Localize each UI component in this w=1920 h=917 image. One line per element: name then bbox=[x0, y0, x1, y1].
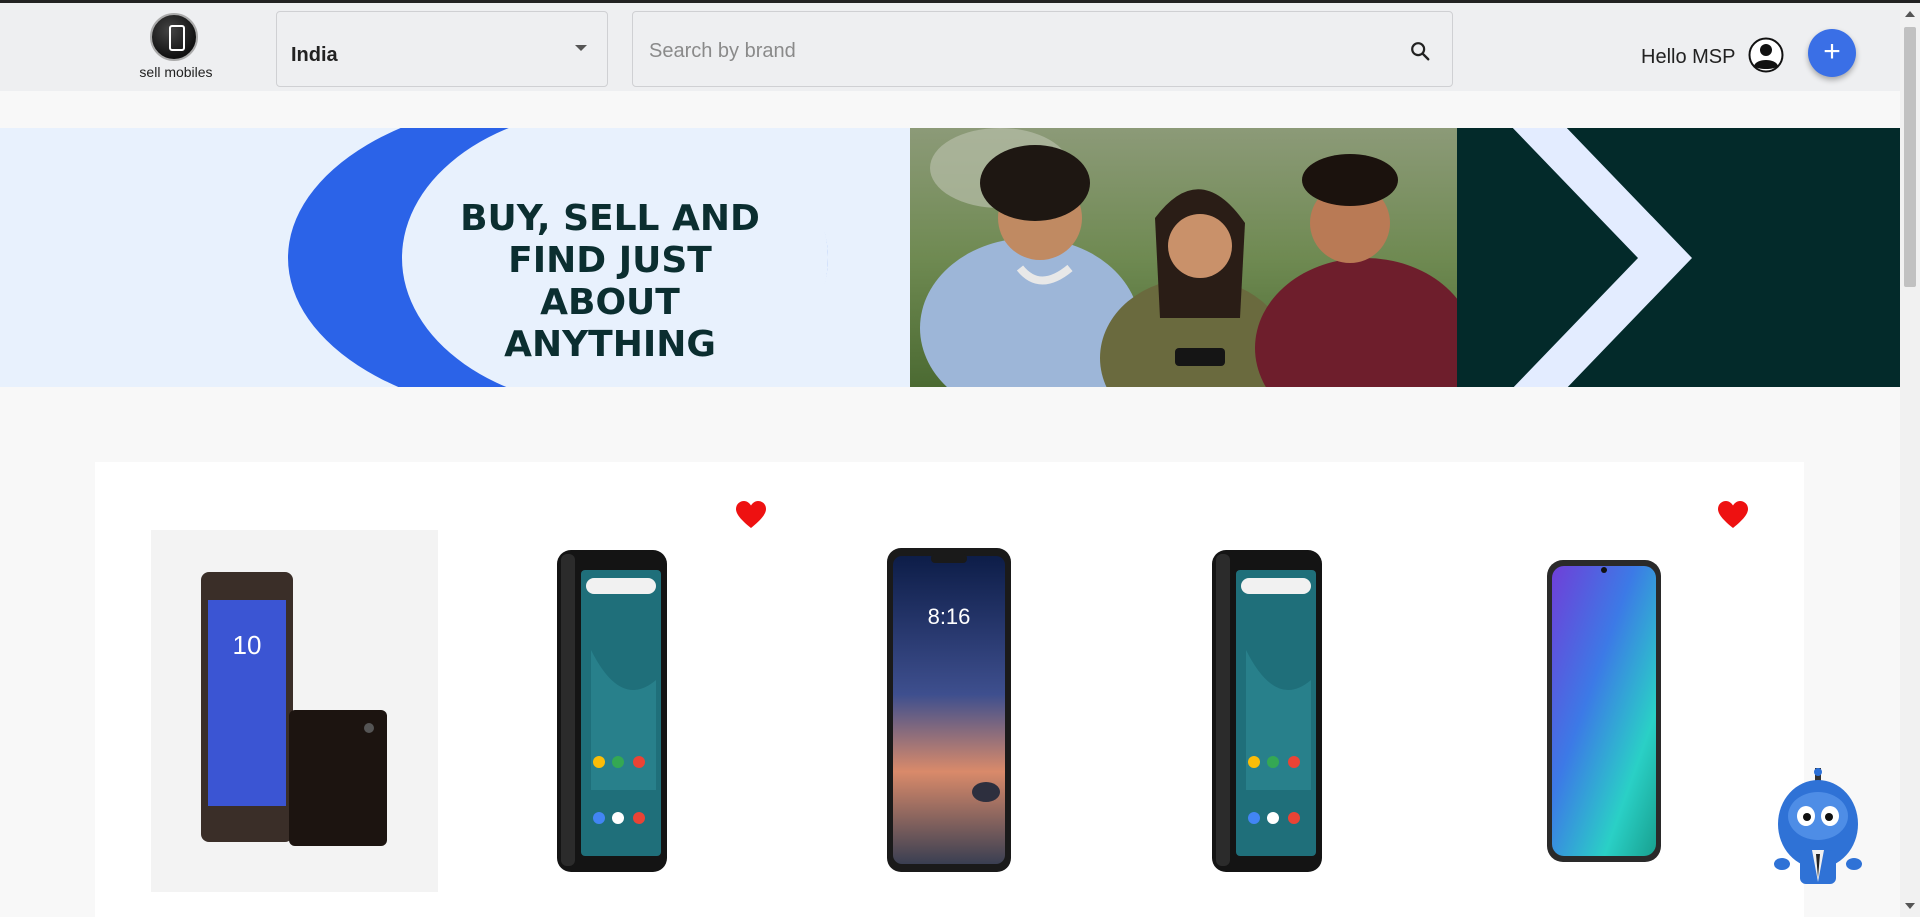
search-box bbox=[632, 11, 1453, 87]
user-icon[interactable] bbox=[1748, 37, 1784, 73]
chat-bot-icon[interactable] bbox=[1772, 766, 1864, 890]
product-card[interactable] bbox=[1456, 530, 1746, 892]
logo-text: sell mobiles bbox=[139, 64, 213, 80]
scroll-thumb[interactable] bbox=[1904, 27, 1916, 287]
search-input[interactable] bbox=[647, 32, 1351, 70]
product-image bbox=[557, 550, 667, 872]
svg-text:8:16: 8:16 bbox=[928, 604, 971, 629]
add-listing-button[interactable]: + bbox=[1808, 29, 1856, 77]
product-image bbox=[1212, 550, 1322, 872]
banner-photo bbox=[910, 128, 1457, 387]
country-select[interactable]: India bbox=[276, 11, 608, 87]
logo-icon bbox=[150, 13, 198, 61]
caret-down-icon bbox=[575, 45, 587, 51]
scroll-up-arrow-icon[interactable] bbox=[1905, 11, 1915, 17]
logo[interactable]: sell mobiles bbox=[128, 11, 224, 81]
svg-text:10: 10 bbox=[233, 630, 262, 660]
header: sell mobiles India Hello MSP + bbox=[0, 3, 1900, 91]
scroll-down-arrow-icon[interactable] bbox=[1905, 903, 1915, 909]
product-card[interactable] bbox=[1126, 530, 1416, 892]
product-image bbox=[1547, 560, 1661, 862]
promo-banner[interactable]: BUY, SELL AND FIND JUST ABOUT ANYTHING bbox=[0, 128, 1900, 387]
country-selected-value: India bbox=[291, 44, 338, 66]
page-scrollbar[interactable] bbox=[1900, 3, 1920, 917]
product-card[interactable]: 8:16 bbox=[806, 530, 1096, 892]
product-card[interactable]: 10 bbox=[151, 530, 441, 892]
banner-tagline: BUY, SELL AND FIND JUST ABOUT ANYTHING bbox=[460, 198, 760, 365]
product-card[interactable] bbox=[471, 530, 761, 892]
search-icon[interactable] bbox=[1409, 40, 1431, 62]
favorite-heart-icon[interactable] bbox=[736, 501, 766, 529]
product-image: 10 bbox=[151, 530, 438, 892]
user-greeting: Hello MSP bbox=[1641, 46, 1736, 68]
favorite-heart-icon[interactable] bbox=[1718, 501, 1748, 529]
banner-chevron-icon bbox=[1512, 128, 1692, 387]
product-image: 8:16 bbox=[887, 548, 1011, 872]
